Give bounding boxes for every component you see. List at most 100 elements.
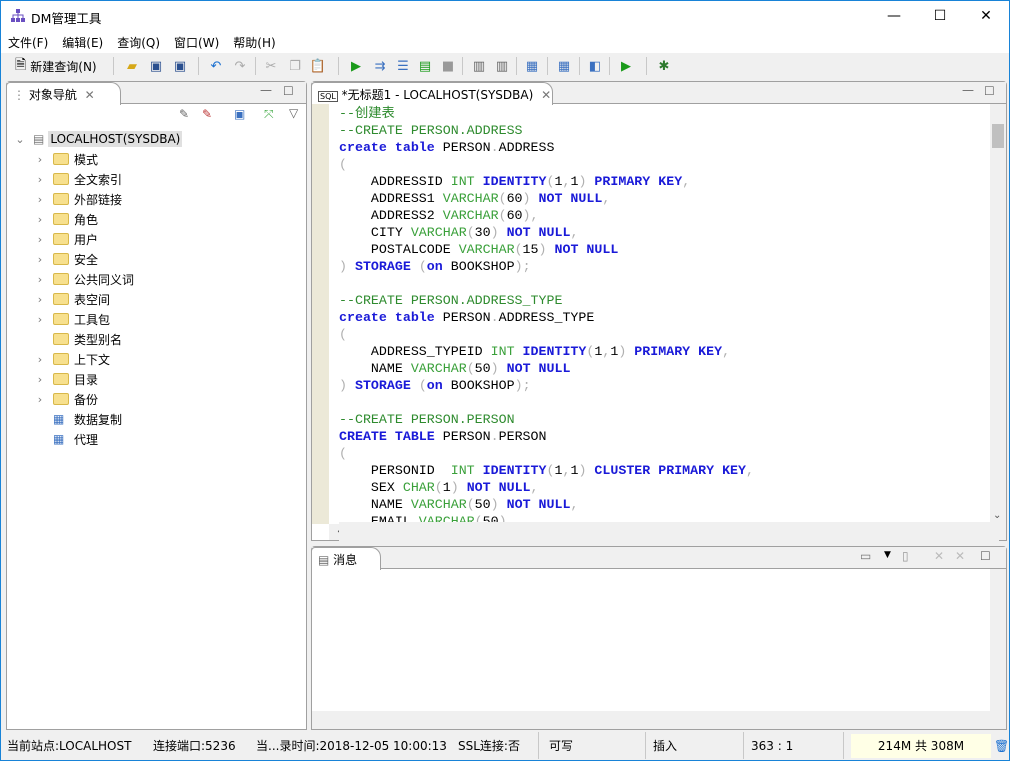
menu-file[interactable]: 文件(F) [1, 31, 55, 51]
collapse-all-icon[interactable]: ⤧ [264, 107, 274, 122]
debug-run-icon[interactable]: ▶ [616, 56, 636, 76]
status-ssl: SSL连接:否 [458, 739, 520, 753]
tab-messages[interactable]: ▤ 消息 [311, 547, 381, 570]
disconnect-icon[interactable]: ✎ [202, 107, 212, 121]
folder-icon [53, 193, 69, 205]
close-icon[interactable]: ✕ [85, 88, 95, 102]
menu-query[interactable]: 查询(Q) [110, 31, 167, 51]
maximize-icon[interactable]: ☐ [980, 549, 991, 563]
clear-log-icon[interactable]: ▯ [902, 549, 909, 563]
undo-icon[interactable]: ↶ [206, 56, 226, 76]
view-menu-icon[interactable]: ▽ [289, 106, 298, 120]
remove-all-icon[interactable]: ✕ [955, 549, 965, 563]
new-query-button[interactable]: 🗎 新建查询(N) [15, 56, 97, 76]
tree-item[interactable]: ▦ 代理 [47, 429, 98, 449]
tab-editor[interactable]: SQL *无标题1 - LOCALHOST(SYSDBA) ✕ [311, 82, 553, 105]
tree-item[interactable]: › 上下文 [33, 349, 110, 369]
chevron-right-icon[interactable]: › [33, 313, 47, 326]
menu-help[interactable]: 帮助(H) [226, 31, 282, 51]
remove-icon[interactable]: ✕ [934, 549, 944, 563]
folder-icon [53, 333, 69, 345]
tree-item[interactable]: › 备份 [33, 389, 98, 409]
run-script-icon[interactable]: ▤ [415, 56, 435, 76]
history-icon[interactable]: ▦ [522, 56, 542, 76]
maximize-icon[interactable]: ☐ [283, 84, 294, 98]
tree-item[interactable]: › 模式 [33, 149, 98, 169]
code-token: , [682, 174, 691, 189]
maximize-icon[interactable]: ☐ [984, 84, 995, 98]
minimize-button[interactable]: — [871, 1, 917, 31]
chevron-down-icon[interactable]: ⌄ [13, 133, 27, 146]
tree-item[interactable]: › 公共同义词 [33, 269, 134, 289]
copy-icon[interactable]: ❐ [285, 56, 305, 76]
code-token: ), [522, 208, 539, 223]
code-line: ADDRESS1 VARCHAR(60) NOT NULL, [339, 190, 754, 207]
step-icon[interactable]: ⇉ [370, 56, 390, 76]
auto-commit-icon[interactable]: ◧ [585, 56, 605, 76]
chevron-right-icon[interactable]: › [33, 153, 47, 166]
chevron-right-icon[interactable]: › [33, 373, 47, 386]
menu-edit[interactable]: 编辑(E) [55, 31, 110, 51]
connect-icon[interactable]: ✎ [179, 107, 189, 121]
minimize-icon[interactable]: — [962, 83, 974, 97]
chevron-right-icon[interactable]: › [33, 173, 47, 186]
code-token: INT [490, 344, 515, 359]
vertical-scrollbar[interactable] [990, 569, 1006, 711]
tree-item[interactable]: 类型别名 [33, 329, 122, 349]
tree-item[interactable]: › 表空间 [33, 289, 110, 309]
tree-item[interactable]: › 目录 [33, 369, 98, 389]
explain-icon[interactable]: ☰ [393, 56, 413, 76]
tree-item[interactable]: › 外部链接 [33, 189, 122, 209]
code-line: ( [339, 445, 754, 462]
maximize-button[interactable]: ☐ [917, 1, 963, 31]
tree-item[interactable]: › 工具包 [33, 309, 110, 329]
paste-icon[interactable]: 📋 [308, 56, 328, 76]
memory-indicator: 214M 共 308M [851, 734, 991, 758]
chevron-right-icon[interactable]: › [33, 233, 47, 246]
save-icon[interactable]: ▣ [146, 56, 166, 76]
tree-item[interactable]: › 安全 [33, 249, 98, 269]
view-icon[interactable]: ▣ [234, 107, 245, 121]
code-line: create table PERSON.ADDRESS_TYPE [339, 309, 754, 326]
code-token: VARCHAR [442, 191, 499, 206]
chevron-right-icon[interactable]: › [33, 273, 47, 286]
display-options-icon[interactable]: ▭ [860, 549, 871, 563]
chevron-right-icon[interactable]: › [33, 253, 47, 266]
garbage-collect-icon[interactable]: 🗑 [994, 734, 1009, 758]
bug-icon[interactable]: ✱ [654, 56, 674, 76]
chevron-right-icon[interactable]: › [33, 393, 47, 406]
stop-icon[interactable]: ■ [438, 56, 458, 76]
tree-item[interactable]: › 全文索引 [33, 169, 122, 189]
vertical-scrollbar[interactable]: ⌄ [990, 104, 1006, 524]
tree-item[interactable]: › 角色 [33, 209, 98, 229]
open-icon[interactable]: ▰ [122, 56, 142, 76]
cut-icon[interactable]: ✂ [261, 56, 281, 76]
tree-item[interactable]: ▦ 数据复制 [47, 409, 122, 429]
close-icon[interactable]: ✕ [541, 88, 551, 102]
menu-bar: 文件(F) 编辑(E) 查询(Q) 窗口(W) 帮助(H) [1, 31, 1009, 53]
tree-item[interactable]: › 用户 [33, 229, 98, 249]
run-icon[interactable]: ▶ [346, 56, 366, 76]
result-grid-icon[interactable]: ▦ [554, 56, 574, 76]
code-token: ( [434, 480, 443, 495]
tree-root[interactable]: ⌄ ▤ LOCALHOST(SYSDBA) [13, 129, 183, 149]
code-token: STORAGE [354, 378, 411, 393]
commit-icon[interactable]: ▥ [469, 56, 489, 76]
dropdown-icon[interactable]: ▼ [884, 550, 891, 560]
close-button[interactable]: ✕ [963, 1, 1009, 31]
redo-icon[interactable]: ↷ [230, 56, 250, 76]
menu-window[interactable]: 窗口(W) [167, 31, 226, 51]
minimize-icon[interactable]: — [260, 83, 272, 97]
horizontal-scrollbar[interactable] [312, 711, 1006, 729]
chevron-right-icon[interactable]: › [33, 213, 47, 226]
save-all-icon[interactable]: ▣ [170, 56, 190, 76]
chevron-right-icon[interactable]: › [33, 353, 47, 366]
rollback-icon[interactable]: ▥ [492, 56, 512, 76]
chevron-right-icon[interactable]: › [33, 193, 47, 206]
tab-object-navigator[interactable]: ⋮ 对象导航 ✕ [6, 82, 121, 105]
title-bar: DM管理工具 — ☐ ✕ [1, 1, 1009, 31]
sql-code[interactable]: --创建表 --CREATE PERSON.ADDRESS create table… [339, 105, 754, 530]
chevron-right-icon[interactable]: › [33, 293, 47, 306]
code-token: SEX [339, 480, 403, 495]
